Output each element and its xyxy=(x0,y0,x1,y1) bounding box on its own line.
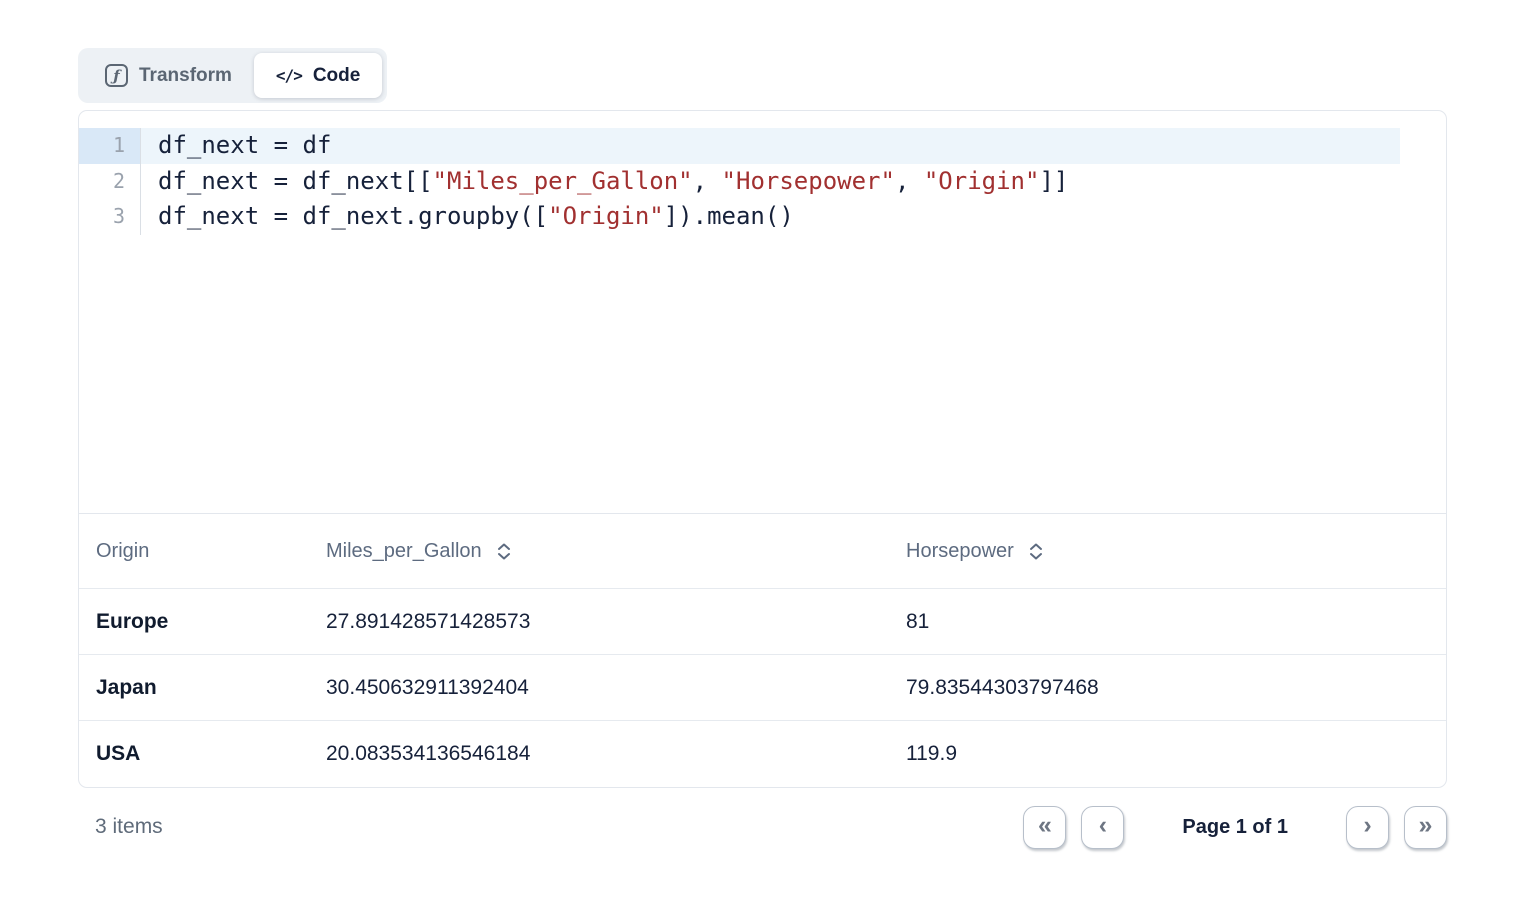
column-header-horsepower: Horsepower xyxy=(889,514,1446,589)
chevron-right-icon: › xyxy=(1363,813,1371,838)
code-token: df_next = df xyxy=(158,131,331,159)
code-line-content: df_next = df_next.groupby(["Origin"]).me… xyxy=(141,199,1400,235)
line-number: 3 xyxy=(79,199,141,235)
page: ƒ Transform </> Code 1 df_next = df 2 df… xyxy=(0,0,1516,849)
line-number: 1 xyxy=(79,128,141,164)
code-line[interactable]: 3 df_next = df_next.groupby(["Origin"]).… xyxy=(79,199,1446,235)
sort-icon[interactable] xyxy=(1028,542,1044,561)
table-row: Europe 27.891428571428573 81 xyxy=(79,589,1446,655)
cell-horsepower: 119.9 xyxy=(889,721,1446,787)
code-icon: </> xyxy=(276,66,302,85)
pagination-bar: 3 items « ‹ Page 1 of 1 › » xyxy=(78,806,1447,849)
string-token: "Origin" xyxy=(548,202,664,230)
code-token: ]] xyxy=(1039,167,1068,195)
cell-miles-per-gallon: 20.083534136546184 xyxy=(309,721,889,787)
table-row: Japan 30.450632911392404 79.835443037974… xyxy=(79,655,1446,721)
chevrons-right-icon: » xyxy=(1419,813,1433,838)
code-token: , xyxy=(693,167,722,195)
sort-control[interactable]: Horsepower xyxy=(906,540,1044,563)
function-icon: ƒ xyxy=(105,64,128,87)
result-table: Origin Miles_per_Gallon xyxy=(79,513,1446,787)
string-token: "Origin" xyxy=(924,167,1040,195)
page-indicator: Page 1 of 1 xyxy=(1182,816,1288,839)
table-row: USA 20.083534136546184 119.9 xyxy=(79,721,1446,787)
code-line[interactable]: 1 df_next = df xyxy=(79,128,1446,164)
cell-origin: Japan xyxy=(79,655,309,721)
cell-origin: USA xyxy=(79,721,309,787)
previous-page-button[interactable]: ‹ xyxy=(1081,806,1124,849)
code-token: ]).mean() xyxy=(664,202,794,230)
sort-icon[interactable] xyxy=(496,542,512,561)
code-line[interactable]: 2 df_next = df_next[["Miles_per_Gallon",… xyxy=(79,164,1446,200)
code-editor[interactable]: 1 df_next = df 2 df_next = df_next[["Mil… xyxy=(79,111,1446,513)
code-line-content: df_next = df_next[["Miles_per_Gallon", "… xyxy=(141,164,1400,200)
cell-miles-per-gallon: 30.450632911392404 xyxy=(309,655,889,721)
items-count: 3 items xyxy=(78,815,163,839)
string-token: "Miles_per_Gallon" xyxy=(433,167,693,195)
first-page-button[interactable]: « xyxy=(1023,806,1066,849)
cell-horsepower: 81 xyxy=(889,589,1446,655)
chevrons-left-icon: « xyxy=(1038,813,1052,838)
panel: 1 df_next = df 2 df_next = df_next[["Mil… xyxy=(78,110,1447,788)
view-mode-tabbar: ƒ Transform </> Code xyxy=(78,48,387,103)
chevron-left-icon: ‹ xyxy=(1099,813,1107,838)
table-header-row: Origin Miles_per_Gallon xyxy=(79,514,1446,589)
column-header-miles-per-gallon: Miles_per_Gallon xyxy=(309,514,889,589)
line-number: 2 xyxy=(79,164,141,200)
last-page-button[interactable]: » xyxy=(1404,806,1447,849)
code-token: , xyxy=(895,167,924,195)
cell-miles-per-gallon: 27.891428571428573 xyxy=(309,589,889,655)
tab-code[interactable]: </> Code xyxy=(254,53,382,98)
code-token: df_next = df_next.groupby([ xyxy=(158,202,548,230)
sort-control[interactable]: Miles_per_Gallon xyxy=(326,540,512,563)
tab-code-label: Code xyxy=(313,65,361,87)
next-page-button[interactable]: › xyxy=(1346,806,1389,849)
code-token: df_next = df_next[[ xyxy=(158,167,433,195)
tab-transform[interactable]: ƒ Transform xyxy=(83,53,254,98)
cell-horsepower: 79.83544303797468 xyxy=(889,655,1446,721)
tab-transform-label: Transform xyxy=(139,65,232,87)
pagination-controls: « ‹ Page 1 of 1 › » xyxy=(1023,806,1447,849)
cell-origin: Europe xyxy=(79,589,309,655)
string-token: "Horsepower" xyxy=(722,167,895,195)
column-header-origin: Origin xyxy=(79,514,309,589)
code-line-content: df_next = df xyxy=(141,128,1400,164)
